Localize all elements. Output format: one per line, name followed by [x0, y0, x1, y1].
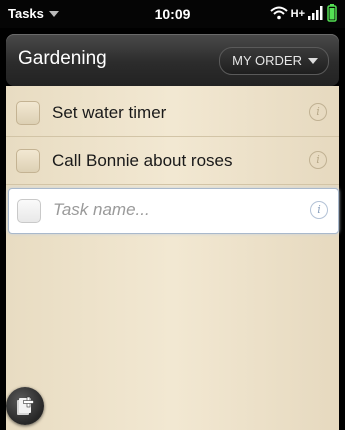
- new-task-row: i: [8, 188, 339, 234]
- task-checkbox[interactable]: [16, 101, 40, 125]
- header-bar: Gardening MY ORDER: [6, 34, 339, 86]
- status-bar: Tasks 10:09 H+: [0, 0, 345, 28]
- header: Gardening MY ORDER: [0, 28, 345, 90]
- info-icon[interactable]: i: [310, 201, 328, 219]
- task-checkbox[interactable]: [17, 199, 41, 223]
- wifi-icon: [269, 6, 288, 20]
- battery-icon: [327, 4, 337, 22]
- chevron-down-icon: [308, 58, 318, 64]
- add-task-icon: [17, 396, 34, 415]
- list-title: Gardening: [18, 48, 107, 69]
- signal-icon: [308, 5, 324, 21]
- task-label: Set water timer: [52, 103, 167, 122]
- task-row[interactable]: Call Bonnie about roses i: [6, 138, 339, 185]
- task-list: Set water timer i Call Bonnie about rose…: [6, 86, 339, 430]
- status-icons: H+: [269, 4, 337, 22]
- task-name-input[interactable]: [53, 198, 273, 222]
- task-label: Call Bonnie about roses: [52, 151, 233, 170]
- network-type: H+: [290, 7, 305, 20]
- sort-order-label: MY ORDER: [232, 53, 302, 68]
- add-task-button[interactable]: [6, 387, 44, 425]
- task-row[interactable]: Set water timer i: [6, 90, 339, 137]
- task-app-screen: Tasks 10:09 H+ Gardening MY ORDER Set wa…: [0, 0, 345, 430]
- info-icon[interactable]: i: [309, 103, 327, 121]
- info-icon[interactable]: i: [309, 151, 327, 169]
- sort-order-button[interactable]: MY ORDER: [219, 47, 329, 75]
- task-checkbox[interactable]: [16, 149, 40, 173]
